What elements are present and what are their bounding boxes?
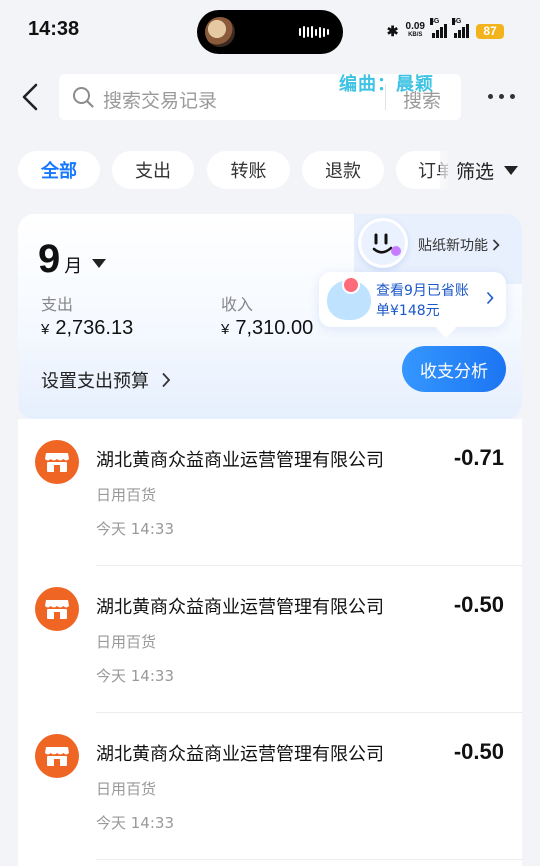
expense-total: ¥2,736.13 [41,317,133,340]
savings-line-1: 查看9月已省账 [376,283,469,299]
net-speed-value: 0.09 [405,21,425,32]
income-currency: ¥ [221,321,230,338]
store-icon [35,734,79,778]
chevron-right-icon [492,239,500,251]
transaction-row[interactable]: 湖北黄商众益商业运营管理有限公司 -0.50 日用百货 今天 14:33 [18,566,522,713]
more-button[interactable] [488,86,522,106]
expense-currency: ¥ [41,321,50,338]
more-dot-icon [499,93,504,99]
filter-chips: 全部 支出 转账 退款 订单 [18,151,448,189]
chip-expense[interactable]: 支出 [112,151,194,189]
battery-icon: 87 [476,23,504,39]
more-dot-icon [510,93,515,99]
income-label: 收入 [221,295,254,314]
income-value: 7,310.00 [235,317,314,339]
analysis-button[interactable]: 收支分析 [402,346,506,392]
audio-wave-icon [299,26,329,38]
transaction-time: 今天 14:33 [96,814,174,832]
watermark: 编曲：晨颖 [339,74,434,95]
search-icon [73,87,94,108]
transaction-category: 日用百货 [96,633,157,651]
month-selector[interactable]: 9 月 [38,237,107,282]
income-total: ¥7,310.00 [221,317,313,340]
caret-down-icon [504,165,519,175]
search-placeholder: 搜索交易记录 [103,90,218,112]
savings-tip[interactable]: 查看9月已省账 单¥148元 [319,272,506,327]
merchant-name: 湖北黄商众益商业运营管理有限公司 [96,450,384,471]
expense-value: 2,736.13 [55,317,134,339]
transaction-category: 日用百货 [96,780,157,798]
budget-label: 设置支出预算 [41,371,149,392]
transaction-row[interactable]: 湖北黄商众益商业运营管理有限公司 -0.71 日用百货 今天 14:33 [18,419,522,566]
chip-all[interactable]: 全部 [18,151,100,189]
chip-refund[interactable]: 退款 [302,151,384,189]
more-dot-icon [488,93,493,99]
bluetooth-icon: ✱ [386,22,399,39]
net-type-4g: 4G [430,18,440,25]
net-type-5g: 5G [452,18,462,25]
net-speed: 0.09 KB/S [406,22,425,40]
store-icon [35,440,79,484]
merchant-name: 湖北黄商众益商业运营管理有限公司 [96,597,384,618]
filter-label: 筛选 [456,160,495,183]
signal-5g-icon: 5G [452,18,469,38]
row-divider [96,859,522,860]
dynamic-island[interactable] [197,10,343,54]
transaction-amount: -0.50 [453,592,504,617]
chevron-right-icon [162,372,171,388]
month-number: 9 [38,237,61,281]
signal-4g-icon: 4G [430,18,447,38]
filter-button[interactable]: 筛选 [440,151,540,189]
status-time: 14:38 [28,18,80,40]
music-cover-icon [205,17,235,47]
chevron-right-icon [486,291,494,305]
transaction-time: 今天 14:33 [96,520,174,538]
sticker-feature-label: 贴纸新功能 [418,238,488,254]
transaction-amount: -0.71 [453,445,504,470]
transaction-list: 湖北黄商众益商业运营管理有限公司 -0.71 日用百货 今天 14:33 湖北黄… [18,419,522,866]
chevron-left-icon [22,83,38,111]
expense-label: 支出 [41,295,74,314]
transaction-amount: -0.50 [453,739,504,764]
merchant-name: 湖北黄商众益商业运营管理有限公司 [96,744,384,765]
piggy-bank-icon [327,276,371,320]
caret-down-icon [92,259,107,268]
month-unit: 月 [64,256,83,277]
transaction-time: 今天 14:33 [96,667,174,685]
status-bar: 14:38 ✱ 0.09 KB/S 4G 5G 87 [0,0,540,62]
back-button[interactable] [16,82,44,112]
transaction-category: 日用百货 [96,486,157,504]
transaction-row[interactable]: 湖北黄商众益商业运营管理有限公司 -0.50 日用百货 今天 14:33 [18,713,522,860]
mascot-icon[interactable] [358,218,408,268]
chip-transfer[interactable]: 转账 [207,151,290,189]
net-speed-unit: KB/S [408,32,423,38]
store-icon [35,587,79,631]
status-icons: ✱ 0.09 KB/S 4G 5G 87 [386,18,504,40]
savings-text: 查看9月已省账 单¥148元 [376,281,469,321]
savings-line-2: 单¥148元 [376,303,440,319]
sticker-feature-link[interactable]: 贴纸新功能 [418,235,500,255]
budget-link[interactable]: 设置支出预算 [41,367,171,393]
